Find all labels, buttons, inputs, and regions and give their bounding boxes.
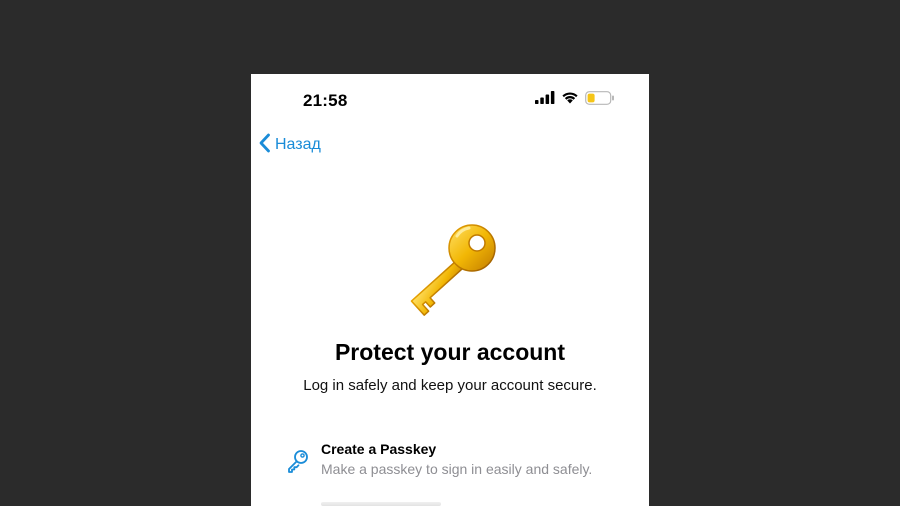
status-time: 21:58	[303, 91, 348, 110]
wifi-icon	[561, 91, 579, 109]
page-subtitle: Log in safely and keep your account secu…	[303, 377, 597, 394]
status-bar: 21:58	[251, 74, 649, 128]
chevron-left-icon	[258, 133, 271, 158]
next-option-peek	[321, 502, 441, 506]
option-title: Create a Passkey	[321, 441, 437, 457]
back-button[interactable]: Назад	[258, 132, 321, 158]
back-label: Назад	[275, 136, 321, 153]
golden-key-icon	[397, 222, 501, 326]
key-outline-icon	[285, 448, 311, 474]
create-passkey-option[interactable]: Create a Passkey Make a passkey to sign …	[285, 440, 625, 484]
option-description: Make a passkey to sign in easily and saf…	[321, 461, 593, 477]
status-icons	[535, 90, 615, 110]
stage-background: 21:58 Назад Protect your account Log in …	[0, 0, 900, 506]
phone-screen: 21:58 Назад Protect your account Log in …	[251, 74, 649, 506]
battery-icon	[585, 90, 615, 110]
cellular-signal-icon	[535, 91, 555, 109]
page-title: Protect your account	[334, 339, 566, 365]
